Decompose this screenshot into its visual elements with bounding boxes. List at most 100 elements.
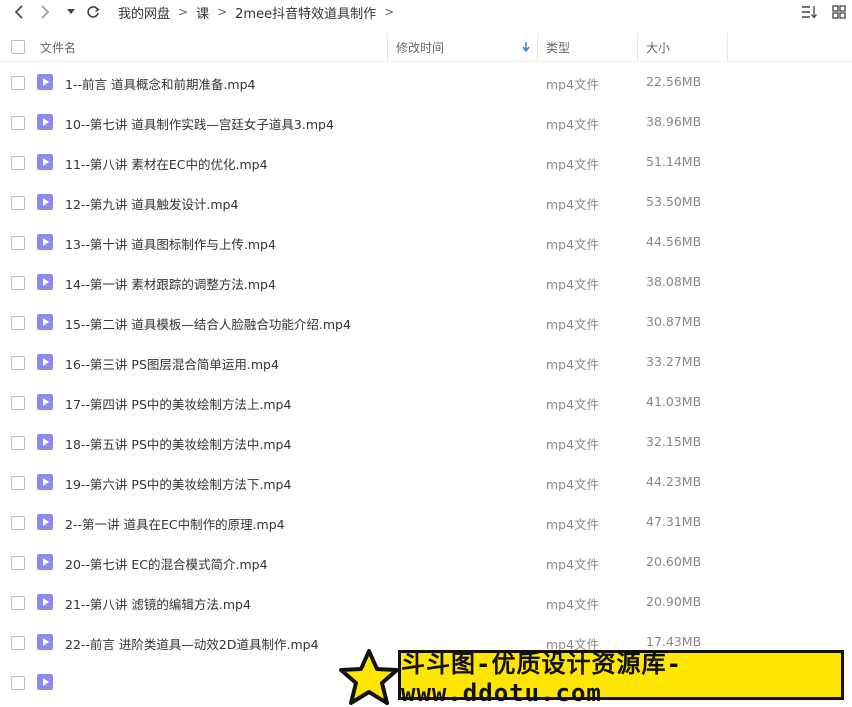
row-checkbox[interactable]: [11, 276, 25, 290]
row-checkbox[interactable]: [11, 596, 25, 610]
video-file-icon: [37, 274, 53, 290]
file-row[interactable]: 14--第一讲 素材跟踪的调整方法.mp4 mp4文件 38.08MB: [0, 262, 852, 302]
column-divider[interactable]: [727, 33, 728, 61]
column-header-type[interactable]: 类型: [546, 33, 570, 61]
file-row[interactable]: 1--前言 道具概念和前期准备.mp4 mp4文件 22.56MB: [0, 62, 852, 102]
row-checkbox[interactable]: [11, 396, 25, 410]
grid-view-icon: [832, 5, 846, 19]
file-name[interactable]: 17--第四讲 PS中的美妆绘制方法上.mp4: [65, 394, 291, 413]
file-type: mp4文件: [546, 277, 600, 292]
file-type: mp4文件: [546, 477, 600, 492]
row-checkbox[interactable]: [11, 636, 25, 650]
file-size: 44.56MB: [646, 234, 702, 249]
file-row[interactable]: 12--第九讲 道具触发设计.mp4 mp4文件 53.50MB: [0, 182, 852, 222]
row-checkbox[interactable]: [11, 556, 25, 570]
file-name[interactable]: 2--第一讲 道具在EC中制作的原理.mp4: [65, 514, 285, 533]
forward-button[interactable]: [34, 0, 56, 24]
file-name[interactable]: 16--第三讲 PS图层混合简单运用.mp4: [65, 354, 279, 373]
video-file-icon: [37, 114, 53, 130]
video-file-icon: [37, 354, 53, 370]
file-row[interactable]: 16--第三讲 PS图层混合简单运用.mp4 mp4文件 33.27MB: [0, 342, 852, 382]
file-size: 38.08MB: [646, 274, 702, 289]
refresh-button[interactable]: [82, 0, 104, 24]
column-divider[interactable]: [637, 33, 638, 61]
file-name[interactable]: 13--第十讲 道具图标制作与上传.mp4: [65, 234, 276, 253]
select-all-checkbox[interactable]: [11, 40, 25, 54]
file-name[interactable]: 14--第一讲 素材跟踪的调整方法.mp4: [65, 274, 276, 293]
file-name[interactable]: 20--第七讲 EC的混合模式简介.mp4: [65, 554, 268, 573]
file-size: 33.27MB: [646, 354, 702, 369]
column-header-name[interactable]: 文件名: [40, 33, 76, 61]
sort-list-button[interactable]: [800, 3, 818, 21]
file-row[interactable]: 19--第六讲 PS中的美妆绘制方法下.mp4 mp4文件 44.23MB: [0, 462, 852, 502]
grid-view-button[interactable]: [830, 3, 848, 21]
file-type: mp4文件: [546, 437, 600, 452]
file-size: 51.14MB: [646, 154, 702, 169]
file-type: mp4文件: [546, 237, 600, 252]
file-row[interactable]: 13--第十讲 道具图标制作与上传.mp4 mp4文件 44.56MB: [0, 222, 852, 262]
file-name[interactable]: 19--第六讲 PS中的美妆绘制方法下.mp4: [65, 474, 291, 493]
file-row[interactable]: 15--第二讲 道具模板—结合人脸融合功能介绍.mp4 mp4文件 30.87M…: [0, 302, 852, 342]
file-size: 32.15MB: [646, 434, 702, 449]
file-type: mp4文件: [546, 317, 600, 332]
video-file-icon: [37, 74, 53, 90]
file-type: mp4文件: [546, 517, 600, 532]
file-name[interactable]: 18--第五讲 PS中的美妆绘制方法中.mp4: [65, 434, 291, 453]
video-file-icon: [37, 674, 53, 690]
watermark-banner: 斗斗图-优质设计资源库-www.ddotu.com: [336, 648, 852, 707]
watermark-text: 斗斗图-优质设计资源库-www.ddotu.com: [398, 650, 844, 707]
column-header-modified[interactable]: 修改时间: [396, 33, 534, 61]
file-row[interactable]: 20--第七讲 EC的混合模式简介.mp4 mp4文件 20.60MB: [0, 542, 852, 582]
file-name[interactable]: 22--前言 进阶类道具—动效2D道具制作.mp4: [65, 634, 319, 653]
sort-descending-icon: [522, 42, 530, 52]
file-type: mp4文件: [546, 117, 600, 132]
breadcrumb-item-current-folder[interactable]: 2mee抖音特效道具制作: [235, 3, 376, 22]
navigation-bar: 我的网盘 > 课 > 2mee抖音特效道具制作 >: [0, 0, 852, 24]
file-size: 30.87MB: [646, 314, 702, 329]
select-all-checkbox-wrap: [11, 33, 25, 61]
row-checkbox[interactable]: [11, 116, 25, 130]
video-file-icon: [37, 194, 53, 210]
file-name[interactable]: 15--第二讲 道具模板—结合人脸融合功能介绍.mp4: [65, 314, 351, 333]
file-row[interactable]: 10--第七讲 道具制作实践—宫廷女子道具3.mp4 mp4文件 38.96MB: [0, 102, 852, 142]
refresh-icon: [87, 6, 100, 18]
column-divider[interactable]: [387, 33, 388, 61]
file-name[interactable]: 1--前言 道具概念和前期准备.mp4: [65, 74, 256, 93]
row-checkbox[interactable]: [11, 236, 25, 250]
file-name[interactable]: 10--第七讲 道具制作实践—宫廷女子道具3.mp4: [65, 114, 334, 133]
chevron-left-icon: [14, 5, 23, 19]
row-checkbox[interactable]: [11, 436, 25, 450]
row-checkbox[interactable]: [11, 316, 25, 330]
file-row[interactable]: 18--第五讲 PS中的美妆绘制方法中.mp4 mp4文件 32.15MB: [0, 422, 852, 462]
row-checkbox[interactable]: [11, 196, 25, 210]
row-checkbox[interactable]: [11, 356, 25, 370]
file-name[interactable]: 12--第九讲 道具触发设计.mp4: [65, 194, 238, 213]
row-checkbox[interactable]: [11, 76, 25, 90]
breadcrumb: 我的网盘 > 课 > 2mee抖音特效道具制作 >: [116, 3, 400, 22]
row-checkbox[interactable]: [11, 476, 25, 490]
history-dropdown-button[interactable]: [60, 0, 82, 24]
file-row[interactable]: 2--第一讲 道具在EC中制作的原理.mp4 mp4文件 47.31MB: [0, 502, 852, 542]
file-type: mp4文件: [546, 157, 600, 172]
row-checkbox[interactable]: [11, 516, 25, 530]
file-row[interactable]: 11--第八讲 素材在EC中的优化.mp4 mp4文件 51.14MB: [0, 142, 852, 182]
star-icon: [339, 649, 399, 705]
row-checkbox[interactable]: [11, 676, 25, 690]
video-file-icon: [37, 594, 53, 610]
breadcrumb-item-course[interactable]: 课: [196, 3, 209, 22]
breadcrumb-item-my-drive[interactable]: 我的网盘: [118, 3, 170, 22]
back-button[interactable]: [8, 0, 30, 24]
row-checkbox[interactable]: [11, 156, 25, 170]
file-row[interactable]: 17--第四讲 PS中的美妆绘制方法上.mp4 mp4文件 41.03MB: [0, 382, 852, 422]
chevron-right-icon: [41, 5, 50, 19]
file-name[interactable]: 21--第八讲 滤镜的编辑方法.mp4: [65, 594, 251, 613]
file-name[interactable]: 11--第八讲 素材在EC中的优化.mp4: [65, 154, 268, 173]
file-size: 20.90MB: [646, 594, 702, 609]
column-header-size[interactable]: 大小: [646, 33, 670, 61]
column-header-modified-label: 修改时间: [396, 40, 445, 55]
video-file-icon: [37, 634, 53, 650]
column-divider[interactable]: [537, 33, 538, 61]
breadcrumb-separator: >: [384, 5, 395, 19]
file-row[interactable]: 21--第八讲 滤镜的编辑方法.mp4 mp4文件 20.90MB: [0, 582, 852, 622]
video-file-icon: [37, 314, 53, 330]
